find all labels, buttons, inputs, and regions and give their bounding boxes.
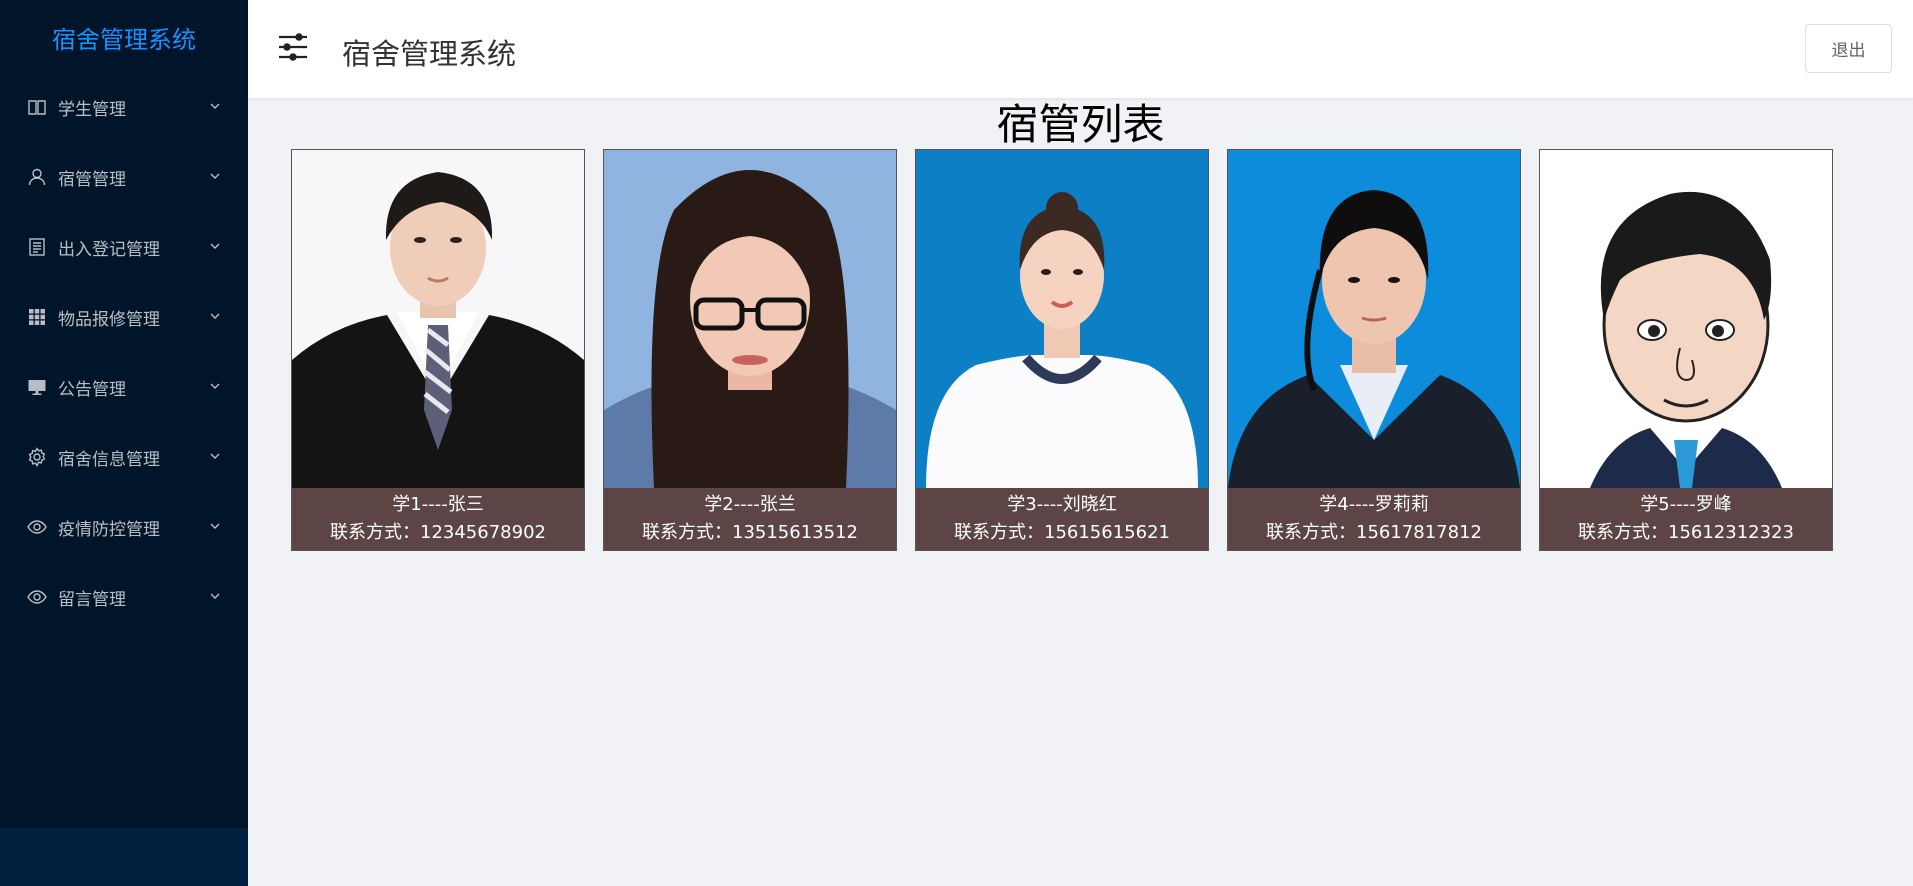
sidebar-item-message-management[interactable]: 留言管理 <box>0 562 248 632</box>
sidebar-item-announcement-management[interactable]: 公告管理 <box>0 352 248 422</box>
sidebar-item-label: 学生管理 <box>58 99 126 120</box>
sidebar-item-repair-management[interactable]: 物品报修管理 <box>0 282 248 352</box>
sidebar-item-label: 疫情防控管理 <box>58 519 160 540</box>
chevron-down-icon <box>210 243 220 249</box>
sidebar-footer <box>0 828 248 886</box>
manager-caption: 学4----罗莉莉 联系方式：15617817812 <box>1228 488 1520 550</box>
contact-label: 联系方式： <box>330 522 420 543</box>
manager-name: 学5----罗峰 <box>1640 494 1732 515</box>
manager-photo <box>292 150 584 488</box>
manager-contact-row: 联系方式：15617817812 <box>1228 519 1520 547</box>
sidebar-item-label: 公告管理 <box>58 379 126 400</box>
header-title: 宿舍管理系统 <box>342 37 517 71</box>
chevron-down-icon <box>210 173 220 179</box>
chevron-down-icon <box>210 593 220 599</box>
manager-name: 学4----罗莉莉 <box>1319 494 1429 515</box>
manager-name: 学2----张兰 <box>704 494 796 515</box>
manager-contact-row: 联系方式：15615615621 <box>916 519 1208 547</box>
contact-label: 联系方式： <box>642 522 732 543</box>
contact-label: 联系方式： <box>1266 522 1356 543</box>
chevron-down-icon <box>210 103 220 109</box>
contact-phone: 12345678902 <box>420 522 546 543</box>
contact-phone: 13515613512 <box>732 522 858 543</box>
page-title: 宿管列表 <box>996 100 1165 149</box>
document-icon <box>26 236 48 258</box>
sidebar-item-dorm-manager-management[interactable]: 宿管管理 <box>0 142 248 212</box>
manager-card[interactable]: 学1----张三 联系方式：12345678902 <box>291 149 585 551</box>
top-header: 宿舍管理系统 退出 <box>248 0 1913 98</box>
manager-photo <box>916 150 1208 488</box>
manager-photo <box>604 150 896 488</box>
contact-phone: 15612312323 <box>1668 522 1794 543</box>
gear-icon <box>26 446 48 468</box>
contact-phone: 15617817812 <box>1356 522 1482 543</box>
contact-phone: 15615615621 <box>1044 522 1170 543</box>
sidebar-item-label: 宿舍信息管理 <box>58 449 160 470</box>
eye-icon <box>26 516 48 538</box>
monitor-icon <box>26 376 48 398</box>
manager-contact-row: 联系方式：15612312323 <box>1540 519 1832 547</box>
sidebar-item-label: 宿管管理 <box>58 169 126 190</box>
manager-card[interactable]: 学2----张兰 联系方式：13515613512 <box>603 149 897 551</box>
sidebar-item-entry-registration[interactable]: 出入登记管理 <box>0 212 248 282</box>
eye-icon <box>26 586 48 608</box>
manager-card[interactable]: 学4----罗莉莉 联系方式：15617817812 <box>1227 149 1521 551</box>
manager-caption: 学5----罗峰 联系方式：15612312323 <box>1540 488 1832 550</box>
manager-photo <box>1540 150 1832 488</box>
manager-caption: 学1----张三 联系方式：12345678902 <box>292 488 584 550</box>
sidebar-item-dorm-info-management[interactable]: 宿舍信息管理 <box>0 422 248 492</box>
manager-name: 学1----张三 <box>392 494 484 515</box>
manager-name: 学3----刘晓红 <box>1007 494 1117 515</box>
manager-card[interactable]: 学3----刘晓红 联系方式：15615615621 <box>915 149 1209 551</box>
chevron-down-icon <box>210 383 220 389</box>
sidebar-item-label: 出入登记管理 <box>58 239 160 260</box>
manager-caption: 学2----张兰 联系方式：13515613512 <box>604 488 896 550</box>
manager-contact-row: 联系方式：13515613512 <box>604 519 896 547</box>
manager-contact-row: 联系方式：12345678902 <box>292 519 584 547</box>
chevron-down-icon <box>210 453 220 459</box>
contact-label: 联系方式： <box>1578 522 1668 543</box>
manager-photo <box>1228 150 1520 488</box>
sidebar-item-student-management[interactable]: 学生管理 <box>0 72 248 142</box>
app-logo: 宿舍管理系统 <box>52 26 196 54</box>
manager-card[interactable]: 学5----罗峰 联系方式：15612312323 <box>1539 149 1833 551</box>
sidebar-item-label: 留言管理 <box>58 589 126 610</box>
grid-icon <box>26 306 48 328</box>
chevron-down-icon <box>210 313 220 319</box>
chevron-down-icon <box>210 523 220 529</box>
menu-toggle-icon[interactable] <box>278 32 308 62</box>
sidebar-menu: 学生管理 宿管管理 出入登记管理 物品报修管理 公告管理 宿舍信息管理 疫情防控… <box>0 93 248 632</box>
sidebar-item-label: 物品报修管理 <box>58 309 160 330</box>
book-icon <box>26 96 48 118</box>
sidebar-item-epidemic-control[interactable]: 疫情防控管理 <box>0 492 248 562</box>
logout-button[interactable]: 退出 <box>1805 24 1892 73</box>
contact-label: 联系方式： <box>954 522 1044 543</box>
sidebar: 宿舍管理系统 学生管理 宿管管理 出入登记管理 物品报修管理 公告管理 宿舍信息… <box>0 0 248 886</box>
user-icon <box>26 166 48 188</box>
manager-caption: 学3----刘晓红 联系方式：15615615621 <box>916 488 1208 550</box>
